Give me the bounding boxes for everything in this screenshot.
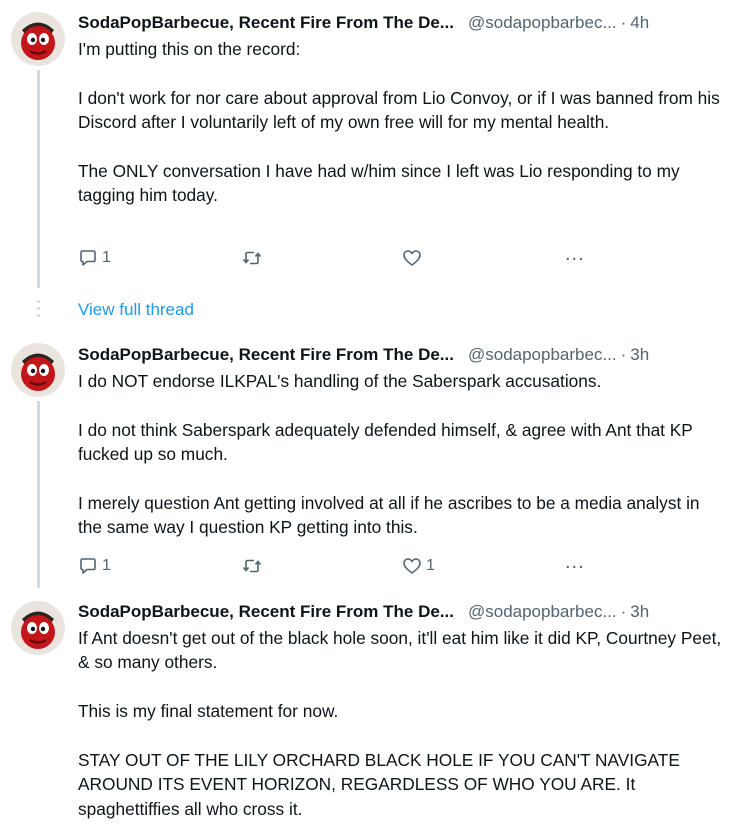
thread-gap-dots (37, 300, 40, 321)
reply-icon (80, 558, 96, 574)
thread-line (37, 401, 40, 588)
display-name[interactable]: SodaPopBarbecue, Recent Fire From The De… (78, 345, 454, 365)
heart-icon (403, 558, 421, 574)
separator: · (620, 13, 627, 32)
timestamp[interactable]: 4h (630, 13, 649, 33)
avatar-image (11, 601, 65, 655)
retweet-button[interactable] (241, 248, 263, 268)
timestamp[interactable]: 3h (630, 345, 649, 365)
more-button[interactable]: ... (565, 243, 585, 265)
more-icon: ... (565, 551, 585, 573)
tweet-3[interactable]: SodaPopBarbecue, Recent Fire From The De… (0, 590, 735, 827)
reply-count: 1 (102, 249, 111, 266)
like-button[interactable] (402, 248, 422, 268)
reply-button[interactable]: 1 (78, 556, 111, 576)
display-name[interactable]: SodaPopBarbecue, Recent Fire From The De… (78, 602, 454, 622)
avatar[interactable] (11, 601, 65, 655)
tweet-header: SodaPopBarbecue, Recent Fire From The De… (78, 600, 721, 624)
tweet-actions: 1 1 ... (78, 551, 598, 578)
separator: · (620, 345, 627, 364)
view-full-thread-link[interactable]: View full thread (78, 300, 194, 320)
more-button[interactable]: ... (565, 551, 585, 573)
user-handle[interactable]: @sodapopbarbec... (468, 345, 617, 365)
avatar-image (11, 12, 65, 66)
retweet-icon (242, 251, 262, 265)
avatar[interactable] (11, 343, 65, 397)
like-count: 1 (426, 557, 435, 574)
user-handle[interactable]: @sodapopbarbec... (468, 13, 617, 33)
user-handle[interactable]: @sodapopbarbec... (468, 602, 617, 622)
timestamp[interactable]: 3h (630, 602, 649, 622)
tweet-text: I'm putting this on the record: I don't … (78, 39, 720, 206)
thread-line (37, 70, 40, 288)
avatar-image (11, 343, 65, 397)
reply-button[interactable]: 1 (78, 248, 111, 268)
separator: · (620, 602, 627, 621)
tweet-text: If Ant doesn't get out of the black hole… (78, 628, 722, 819)
tweet-header: SodaPopBarbecue, Recent Fire From The De… (78, 11, 721, 35)
reply-icon (80, 250, 96, 266)
heart-icon (403, 250, 421, 266)
retweet-icon (242, 559, 262, 573)
tweet-2[interactable]: SodaPopBarbecue, Recent Fire From The De… (0, 333, 735, 588)
like-button[interactable]: 1 (402, 556, 435, 576)
tweet-header: SodaPopBarbecue, Recent Fire From The De… (78, 343, 721, 367)
tweet-text: I do NOT endorse ILKPAL's handling of th… (78, 371, 700, 538)
more-icon: ... (565, 243, 585, 265)
reply-count: 1 (102, 557, 111, 574)
display-name[interactable]: SodaPopBarbecue, Recent Fire From The De… (78, 13, 454, 33)
tweet-actions: 1 ... (78, 243, 598, 270)
avatar[interactable] (11, 12, 65, 66)
retweet-button[interactable] (241, 556, 263, 576)
tweet-1[interactable]: SodaPopBarbecue, Recent Fire From The De… (0, 0, 735, 290)
